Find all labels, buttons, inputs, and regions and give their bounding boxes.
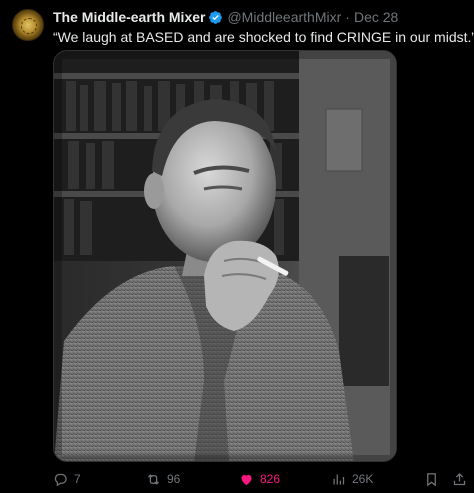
tweet-header: The Middle-earth Mixer @MiddleearthMixr …: [53, 8, 398, 26]
views-button[interactable]: 26K: [331, 469, 373, 489]
views-count: 26K: [352, 472, 374, 486]
share-button[interactable]: [452, 469, 467, 489]
like-button[interactable]: 826: [239, 469, 280, 489]
tweet[interactable]: The Middle-earth Mixer @MiddleearthMixr …: [0, 0, 474, 493]
avatar[interactable]: [12, 9, 44, 41]
reply-icon: [54, 473, 67, 486]
views-chart-icon: [333, 474, 345, 484]
handle[interactable]: @MiddleearthMixr: [227, 8, 341, 26]
retweet-icon: [148, 473, 159, 485]
tweet-photo[interactable]: [53, 50, 397, 462]
separator-dot: ·: [345, 9, 350, 25]
share-icon: [453, 472, 466, 485]
heart-filled-icon: [241, 474, 252, 485]
display-name[interactable]: The Middle-earth Mixer: [53, 8, 205, 26]
photo-image: [54, 51, 396, 461]
timestamp[interactable]: Dec 28: [354, 8, 398, 26]
reply-count: 7: [74, 472, 81, 486]
retweet-button[interactable]: 96: [146, 469, 180, 489]
reply-button[interactable]: 7: [53, 469, 81, 489]
tweet-text: “We laugh at BASED and are shocked to fi…: [53, 29, 474, 45]
action-bar: 7 96 826 26K: [0, 469, 474, 489]
verified-badge-icon: [209, 10, 223, 24]
bookmark-button[interactable]: [424, 469, 439, 489]
retweet-count: 96: [167, 472, 181, 486]
bookmark-icon: [427, 472, 436, 486]
like-count: 826: [260, 472, 281, 486]
